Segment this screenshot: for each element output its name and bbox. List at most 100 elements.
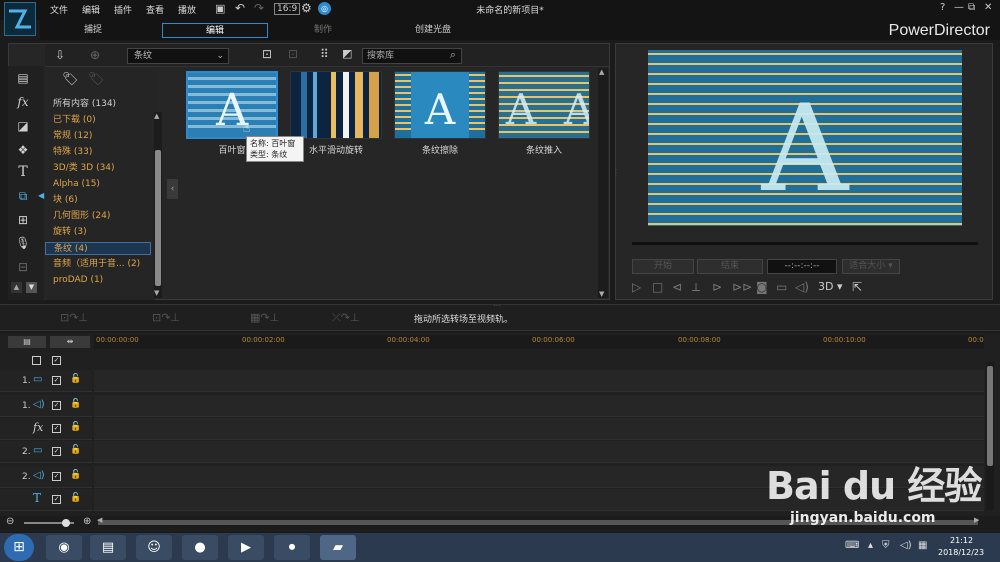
panel-resize-handle[interactable]: ⋯ xyxy=(493,301,501,310)
restore-button[interactable]: ⧉ xyxy=(968,2,975,13)
menu-play[interactable]: 播放 xyxy=(178,3,196,16)
category-scroll-thumb[interactable] xyxy=(155,150,161,286)
storyboard-view-button[interactable]: ▤ xyxy=(8,336,46,348)
snapshot-icon[interactable]: ◙ xyxy=(756,280,768,294)
next-frame-icon[interactable]: ⊳ xyxy=(712,280,722,294)
media-room-icon[interactable]: ▤ xyxy=(12,70,34,86)
tray-expand-icon[interactable]: ▴ xyxy=(868,540,873,551)
search-icon[interactable]: ⌕ xyxy=(450,48,456,62)
collapse-panel-button[interactable]: ‹ xyxy=(167,179,178,199)
play-icon[interactable]: ▷ xyxy=(632,280,641,294)
add-tag-icon[interactable]: 🏷 xyxy=(62,72,79,87)
timeline-view-button[interactable]: ⇹ xyxy=(50,336,90,348)
category-item[interactable]: 音频（适用于音... (2) xyxy=(53,258,140,271)
lock-icon[interactable]: 🔓 xyxy=(70,422,81,432)
add-to-favorites-icon[interactable]: ⊡ xyxy=(262,47,272,61)
track-enable-checkbox[interactable]: ✓ xyxy=(52,401,61,410)
fast-forward-icon[interactable]: ⊳⊳ xyxy=(732,280,752,294)
tray-security-icon[interactable]: ⛨ xyxy=(882,540,890,551)
menu-edit[interactable]: 编辑 xyxy=(82,3,100,16)
lock-icon[interactable]: 🔓 xyxy=(70,374,81,384)
apply-cross-icon[interactable]: ⤫↷⊥ xyxy=(332,311,360,325)
transition-thumb-stripe-push[interactable]: A A xyxy=(498,71,590,139)
import-media-icon[interactable]: ⇩ xyxy=(55,48,65,62)
voiceover-room-icon[interactable]: 🎙 xyxy=(12,235,34,251)
category-item[interactable]: proDAD (1) xyxy=(53,274,103,287)
taskbar-firefox-icon[interactable]: ● xyxy=(182,535,218,560)
apply-to-all-icon[interactable]: ⊡↷⊥ xyxy=(60,311,88,324)
thumbnail-size-icon[interactable]: ◩ xyxy=(342,47,352,60)
scroll-down-icon[interactable]: ▼ xyxy=(154,289,159,297)
taskbar-explorer-icon[interactable]: ▤ xyxy=(90,535,126,560)
scroll-left-icon[interactable]: ◀ xyxy=(97,516,102,524)
track-enable-checkbox[interactable]: ✓ xyxy=(52,495,61,504)
menu-file[interactable]: 文件 xyxy=(50,3,68,16)
start-button[interactable]: ⊞ xyxy=(4,534,34,561)
transition-thumb-horizontal-slide[interactable] xyxy=(290,71,382,139)
category-item[interactable]: 已下载 (0) xyxy=(53,114,96,127)
checkbox-empty[interactable] xyxy=(32,356,41,365)
lock-icon[interactable]: 🔓 xyxy=(70,493,81,503)
zoom-slider[interactable] xyxy=(24,519,74,527)
apply-postfix-icon[interactable]: ▦↷⊥ xyxy=(250,311,279,324)
audio-mixing-room-icon[interactable]: ⊞ xyxy=(12,212,34,228)
category-item[interactable]: 特殊 (33) xyxy=(53,146,92,159)
mark-in-button[interactable]: 开始 xyxy=(632,259,694,274)
scroll-up-icon[interactable]: ▲ xyxy=(599,68,604,76)
download-content-icon[interactable]: ⊕ xyxy=(90,48,100,62)
scroll-up-icon[interactable]: ▲ xyxy=(154,112,159,120)
menu-view[interactable]: 查看 xyxy=(146,3,164,16)
tray-keyboard-icon[interactable]: ⌨ xyxy=(845,540,859,551)
lock-icon[interactable]: 🔓 xyxy=(70,445,81,455)
category-item[interactable]: 块 (6) xyxy=(53,194,78,207)
taskbar-media-icon[interactable]: ▶ xyxy=(228,535,264,560)
transition-thumb-blinds[interactable]: A xyxy=(186,71,278,139)
zoom-slider-knob[interactable] xyxy=(62,519,70,527)
lock-icon[interactable]: 🔓 xyxy=(70,470,81,480)
remove-icon[interactable]: ⊡ xyxy=(288,47,298,61)
taskbar-qq-icon[interactable]: ☺ xyxy=(136,535,172,560)
timeline-vscroll-thumb[interactable] xyxy=(987,366,993,466)
stop-icon[interactable]: □ xyxy=(652,280,663,294)
menu-plugins[interactable]: 插件 xyxy=(114,3,132,16)
lock-icon[interactable]: 🔓 xyxy=(70,399,81,409)
category-item-selected[interactable]: 条纹 (4) xyxy=(45,242,151,255)
category-item[interactable]: Alpha (15) xyxy=(53,178,100,191)
close-button[interactable]: ✕ xyxy=(984,2,992,13)
taskbar-browser-icon[interactable]: ◉ xyxy=(46,535,82,560)
apply-prefix-icon[interactable]: ⊡↷⊥ xyxy=(152,311,180,324)
taskbar-powerdirector-icon[interactable]: ▰ xyxy=(320,535,356,560)
category-item[interactable]: 常规 (12) xyxy=(53,130,92,143)
scroll-right-icon[interactable]: ▶ xyxy=(974,516,979,524)
taskbar-recorder-icon[interactable]: ⏺ xyxy=(274,535,310,560)
scroll-down-icon[interactable]: ▼ xyxy=(599,290,604,298)
library-search-input[interactable]: 搜索库 ⌕ xyxy=(362,48,462,64)
track-enable-checkbox[interactable]: ✓ xyxy=(52,376,61,385)
chapter-room-icon[interactable]: ⊟ xyxy=(12,259,34,275)
category-item[interactable]: 所有内容 (134) xyxy=(53,98,116,111)
transition-room-icon[interactable]: ⧉ xyxy=(12,188,34,204)
grid-view-icon[interactable]: ⠿ xyxy=(320,47,329,61)
select-all-tracks[interactable] xyxy=(32,356,41,365)
clock-date[interactable]: 2018/12/23 xyxy=(938,548,984,557)
zoom-in-icon[interactable]: ⊕ xyxy=(83,516,91,527)
redo-icon[interactable]: ↷ xyxy=(254,1,264,15)
enable-all-tracks[interactable]: ✓ xyxy=(52,356,61,365)
video-track-1[interactable] xyxy=(94,370,984,392)
rooms-up-icon[interactable]: ▲ xyxy=(11,282,22,293)
category-filter-dropdown[interactable]: 条纹 ⌄ xyxy=(127,48,229,64)
undock-preview-icon[interactable]: ⇱ xyxy=(852,280,862,294)
preview-seek-bar[interactable] xyxy=(632,242,978,245)
volume-icon[interactable]: ◁) xyxy=(795,280,809,294)
zoom-out-icon[interactable]: ⊖ xyxy=(6,516,14,527)
subtitle-icon[interactable]: ▭ xyxy=(776,280,787,294)
transition-thumb-stripe-wipe[interactable]: A xyxy=(394,71,486,139)
category-item[interactable]: 旋转 (3) xyxy=(53,226,87,239)
fx-track[interactable] xyxy=(94,418,984,440)
library-scrollbar[interactable]: ▲ ▼ xyxy=(598,68,608,298)
help-button[interactable]: ? xyxy=(940,2,945,13)
clock-time[interactable]: 21:12 xyxy=(950,536,973,545)
cloud-upgrade-icon[interactable]: ◎ xyxy=(318,2,331,15)
tray-network-icon[interactable]: ▦ xyxy=(918,540,927,551)
previous-frame-icon[interactable]: ⊲ xyxy=(672,280,682,294)
